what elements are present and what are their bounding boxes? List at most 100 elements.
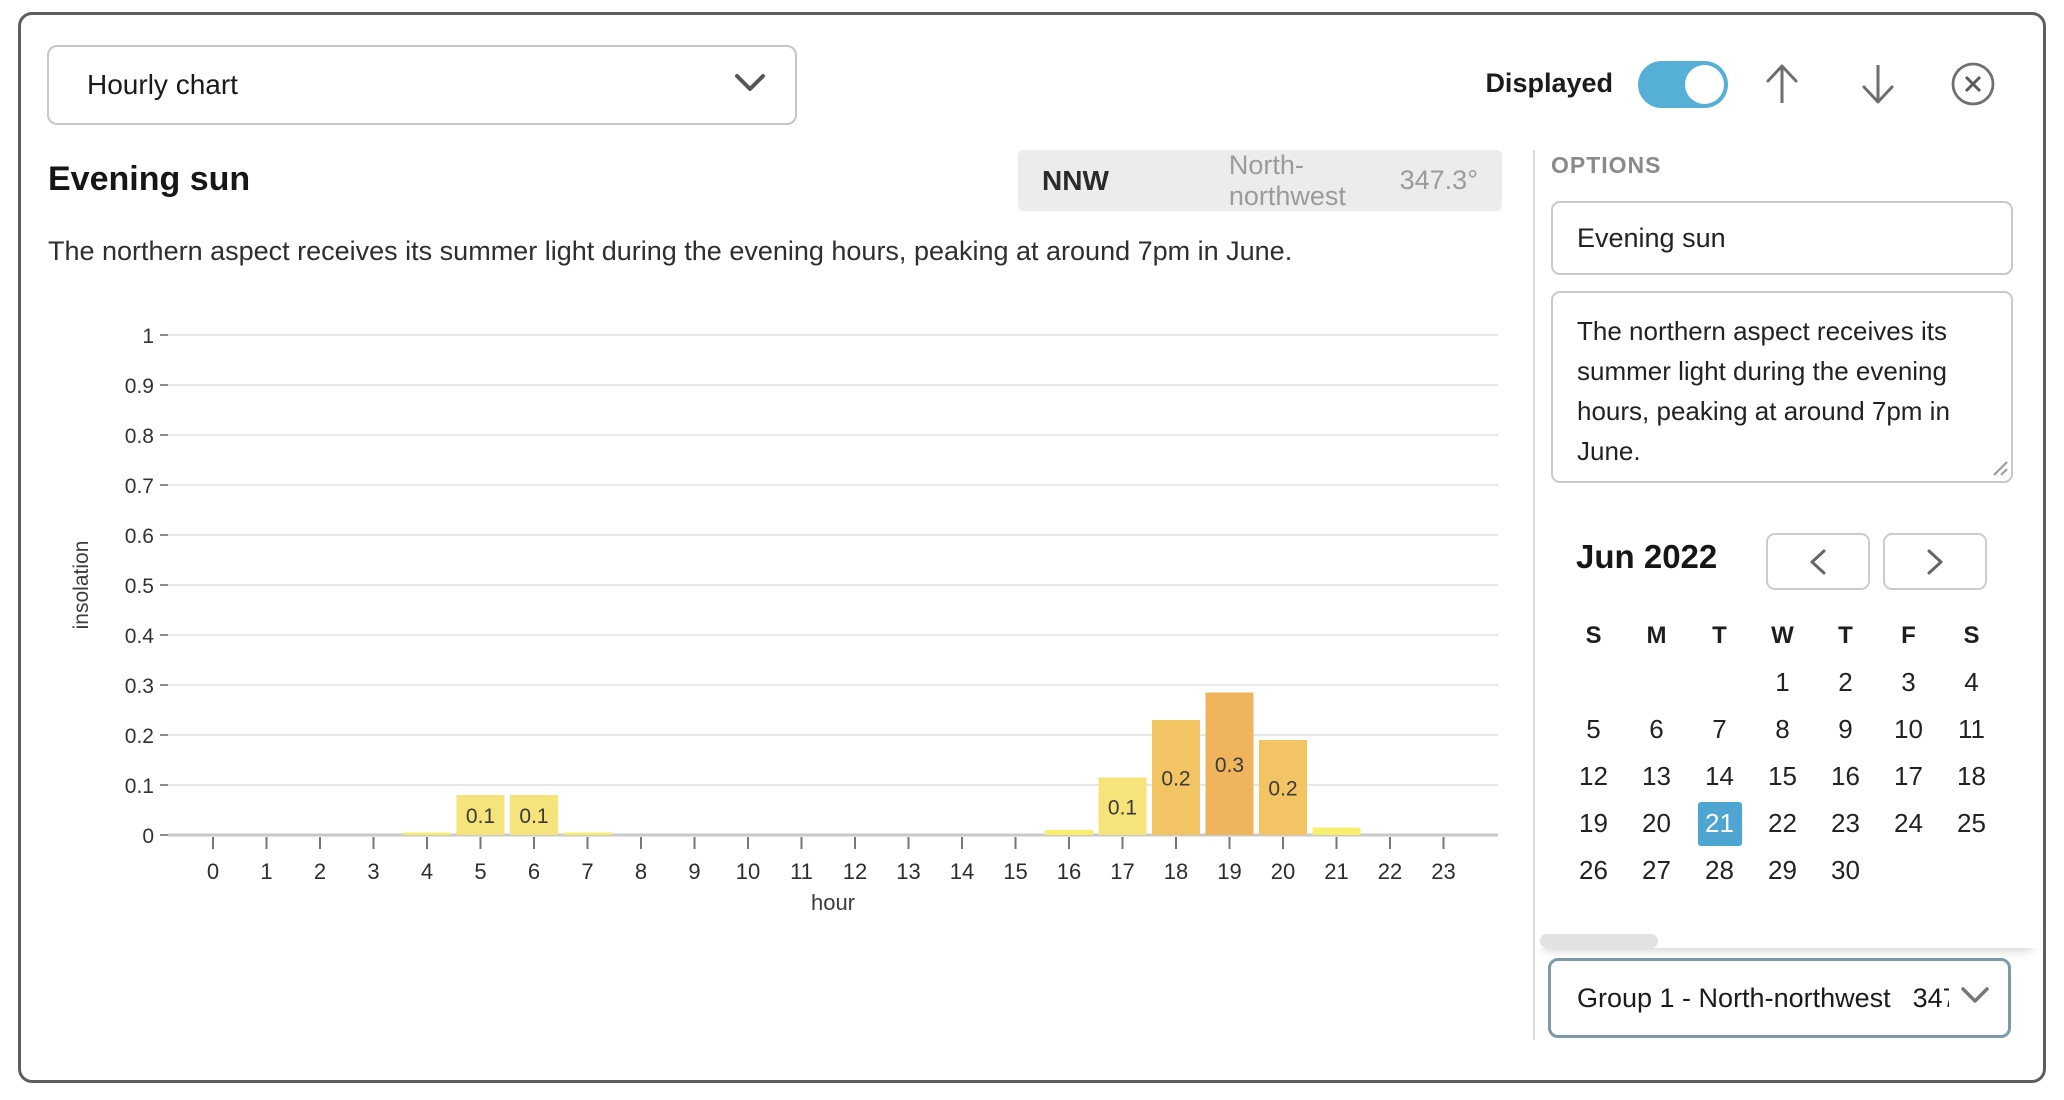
calendar-day-25[interactable]: 25 — [1940, 800, 2003, 847]
svg-text:0.4: 0.4 — [125, 625, 155, 648]
calendar-day-empty — [1562, 659, 1625, 706]
panel-divider — [1533, 150, 1535, 1040]
svg-text:0.1: 0.1 — [519, 805, 548, 828]
displayed-label: Displayed — [1470, 68, 1613, 99]
calendar-day-23[interactable]: 23 — [1814, 800, 1877, 847]
svg-text:14: 14 — [950, 859, 974, 884]
svg-text:9: 9 — [688, 859, 700, 884]
calendar-day-10[interactable]: 10 — [1877, 706, 1940, 753]
svg-text:11: 11 — [790, 859, 813, 884]
svg-text:15: 15 — [1003, 859, 1027, 884]
calendar-day-header: T — [1814, 612, 1877, 659]
calendar-day-30[interactable]: 30 — [1814, 847, 1877, 894]
group-select[interactable]: Group 1 - North-northwest 347.3° — [1548, 958, 2011, 1038]
description-input[interactable]: The northern aspect receives its summer … — [1551, 291, 2013, 483]
svg-text:0.7: 0.7 — [125, 475, 154, 498]
calendar-day-header: W — [1751, 612, 1814, 659]
calendar-day-empty — [1688, 659, 1751, 706]
calendar-day-empty — [1877, 847, 1940, 894]
calendar-day-6[interactable]: 6 — [1625, 706, 1688, 753]
svg-text:insolation: insolation — [70, 541, 93, 630]
arrow-down-icon — [1858, 61, 1898, 107]
name-input[interactable] — [1551, 201, 2013, 275]
svg-text:0.2: 0.2 — [1161, 768, 1190, 791]
svg-text:18: 18 — [1164, 859, 1188, 884]
calendar-day-27[interactable]: 27 — [1625, 847, 1688, 894]
svg-text:2: 2 — [314, 859, 326, 884]
calendar-day-header: S — [1562, 612, 1625, 659]
calendar-day-11[interactable]: 11 — [1940, 706, 2003, 753]
scrollbar-thumb[interactable] — [1540, 934, 1658, 948]
svg-text:0.5: 0.5 — [125, 575, 154, 598]
calendar-day-21[interactable]: 21 — [1688, 800, 1751, 847]
svg-text:0.9: 0.9 — [125, 375, 154, 398]
calendar-day-4[interactable]: 4 — [1940, 659, 2003, 706]
svg-text:13: 13 — [896, 859, 920, 884]
hourly-chart-widget: Hourly chart Displayed Evening sun NNW N… — [0, 0, 2064, 1100]
svg-text:0.8: 0.8 — [125, 425, 154, 448]
options-heading: OPTIONS — [1551, 152, 1662, 179]
calendar-day-1[interactable]: 1 — [1751, 659, 1814, 706]
calendar-day-22[interactable]: 22 — [1751, 800, 1814, 847]
svg-text:0.2: 0.2 — [1268, 778, 1297, 801]
svg-text:0.1: 0.1 — [466, 805, 495, 828]
calendar-day-24[interactable]: 24 — [1877, 800, 1940, 847]
calendar-day-28[interactable]: 28 — [1688, 847, 1751, 894]
svg-text:0: 0 — [142, 825, 154, 848]
calendar-day-13[interactable]: 13 — [1625, 753, 1688, 800]
group-select-degrees: 347.3° — [1913, 983, 1949, 1014]
direction-badge: NNW North-northwest 347.3° — [1018, 150, 1502, 211]
svg-text:12: 12 — [843, 859, 867, 884]
svg-text:3: 3 — [367, 859, 379, 884]
calendar-day-16[interactable]: 16 — [1814, 753, 1877, 800]
close-circle-icon — [1949, 60, 1997, 108]
svg-text:0.2: 0.2 — [125, 725, 154, 748]
calendar-day-14[interactable]: 14 — [1688, 753, 1751, 800]
group-select-label: Group 1 - North-northwest — [1577, 983, 1891, 1014]
move-down-button[interactable] — [1854, 60, 1902, 108]
calendar-day-20[interactable]: 20 — [1625, 800, 1688, 847]
svg-text:10: 10 — [736, 859, 760, 884]
calendar-day-18[interactable]: 18 — [1940, 753, 2003, 800]
insolation-bar-chart: 00.10.20.30.40.50.60.70.80.91insolation0… — [50, 295, 1520, 925]
calendar-day-empty — [1625, 659, 1688, 706]
remove-button[interactable] — [1949, 60, 1997, 108]
calendar-day-9[interactable]: 9 — [1814, 706, 1877, 753]
svg-text:5: 5 — [474, 859, 486, 884]
svg-text:4: 4 — [421, 859, 433, 884]
svg-text:0.6: 0.6 — [125, 525, 154, 548]
chart-type-select[interactable]: Hourly chart — [47, 45, 797, 125]
svg-text:22: 22 — [1378, 859, 1402, 884]
svg-text:6: 6 — [528, 859, 540, 884]
calendar-day-8[interactable]: 8 — [1751, 706, 1814, 753]
calendar-day-29[interactable]: 29 — [1751, 847, 1814, 894]
calendar-prev-button[interactable] — [1766, 533, 1870, 590]
calendar-day-header: F — [1877, 612, 1940, 659]
calendar-day-7[interactable]: 7 — [1688, 706, 1751, 753]
chevron-right-icon — [1924, 547, 1946, 577]
page-title: Evening sun — [48, 160, 250, 199]
calendar-day-empty — [1940, 847, 2003, 894]
move-up-button[interactable] — [1758, 60, 1806, 108]
calendar-day-19[interactable]: 19 — [1562, 800, 1625, 847]
calendar-day-12[interactable]: 12 — [1562, 753, 1625, 800]
direction-abbr: NNW — [1042, 165, 1109, 197]
calendar-day-26[interactable]: 26 — [1562, 847, 1625, 894]
direction-degrees: 347.3° — [1400, 165, 1478, 196]
calendar-next-button[interactable] — [1883, 533, 1987, 590]
displayed-toggle[interactable] — [1638, 61, 1728, 108]
calendar-day-2[interactable]: 2 — [1814, 659, 1877, 706]
calendar-day-15[interactable]: 15 — [1751, 753, 1814, 800]
calendar-day-header: S — [1940, 612, 2003, 659]
svg-text:0: 0 — [207, 859, 219, 884]
calendar-day-header: M — [1625, 612, 1688, 659]
calendar-day-3[interactable]: 3 — [1877, 659, 1940, 706]
svg-text:7: 7 — [581, 859, 593, 884]
chevron-down-icon — [1960, 986, 1990, 1011]
calendar-day-5[interactable]: 5 — [1562, 706, 1625, 753]
calendar-day-17[interactable]: 17 — [1877, 753, 1940, 800]
svg-text:hour: hour — [811, 890, 855, 915]
calendar-month-label: Jun 2022 — [1576, 538, 1717, 576]
svg-text:0.1: 0.1 — [125, 775, 154, 798]
svg-text:17: 17 — [1110, 859, 1134, 884]
